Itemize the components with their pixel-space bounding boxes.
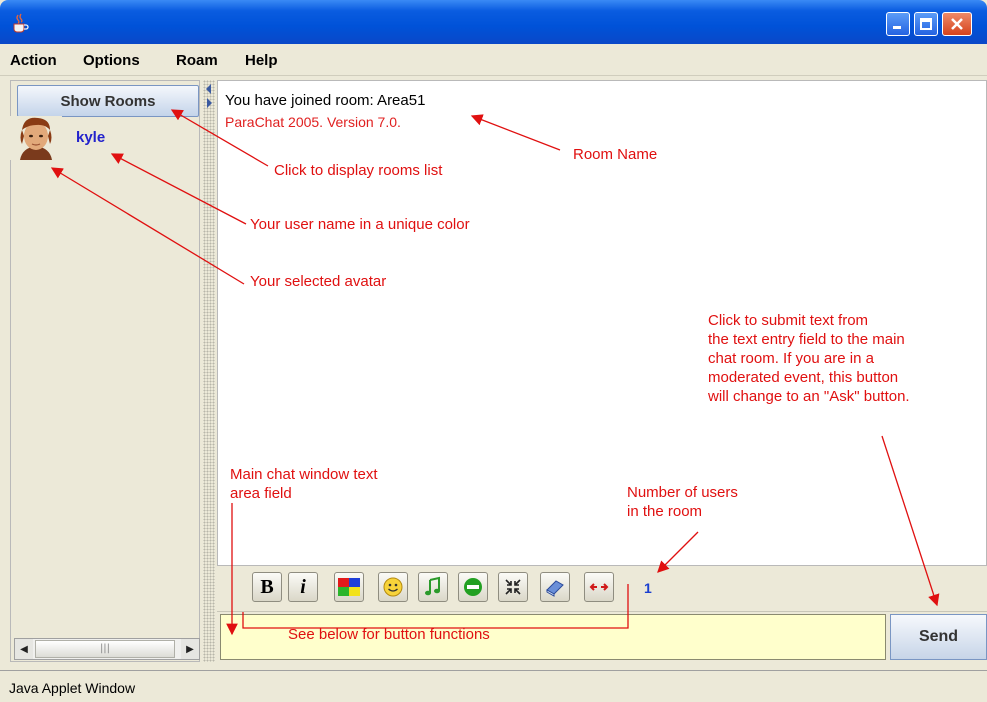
expand-arrows-icon [589, 583, 609, 591]
bold-button[interactable]: B [252, 572, 282, 602]
italic-button[interactable]: i [288, 572, 318, 602]
annotation-user-count: Number of users in the room [627, 484, 738, 520]
book-icon [546, 580, 564, 597]
annotation-avatar: Your selected avatar [250, 273, 387, 290]
scroll-thumb[interactable]: ||| [35, 640, 175, 658]
no-entry-icon [464, 578, 482, 596]
close-button[interactable] [942, 12, 972, 36]
expand-button[interactable] [584, 572, 614, 602]
show-rooms-button[interactable]: Show Rooms [17, 85, 199, 117]
chat-message-joined: You have joined room: Area51 [225, 92, 426, 109]
menu-roam[interactable]: Roam [176, 52, 218, 69]
stop-button[interactable] [458, 572, 488, 602]
color-palette-icon [338, 578, 360, 596]
italic-icon: i [300, 575, 306, 598]
status-bar [0, 670, 987, 702]
chat-message-version: ParaChat 2005. Version 7.0. [225, 114, 401, 130]
title-bar[interactable] [0, 0, 987, 44]
collapse-button[interactable] [498, 572, 528, 602]
annotation-show-rooms: Click to display rooms list [274, 162, 443, 179]
horizontal-scrollbar[interactable]: ◀ ||| ▶ [14, 638, 200, 660]
close-icon [951, 18, 963, 30]
annotation-user-name: Your user name in a unique color [250, 216, 470, 233]
scroll-left-icon[interactable]: ◀ [15, 639, 33, 659]
applet-window: Action Options Roam Help Show Rooms kyle… [0, 0, 987, 702]
annotation-chat-area: Main chat window text area field [230, 466, 378, 502]
annotation-send: Click to submit text from the text entry… [708, 312, 910, 405]
status-text: Java Applet Window [9, 680, 136, 696]
annotation-room-name: Room Name [573, 146, 658, 163]
collapse-arrows-icon [505, 579, 521, 595]
panel-splitter[interactable] [203, 80, 215, 662]
menu-options[interactable]: Options [83, 52, 140, 69]
user-count: 1 [644, 580, 652, 596]
bold-icon: B [260, 575, 274, 598]
menu-help[interactable]: Help [245, 52, 278, 69]
splitter-arrows-icon[interactable] [205, 82, 213, 110]
color-button[interactable] [334, 572, 364, 602]
book-button[interactable] [540, 572, 570, 602]
annotation-buttons: See below for button functions [288, 626, 490, 643]
send-button[interactable]: Send [890, 614, 987, 660]
current-username[interactable]: kyle [76, 129, 105, 146]
user-avatar[interactable] [10, 116, 62, 160]
scroll-right-icon[interactable]: ▶ [181, 639, 199, 659]
music-note-icon [425, 576, 440, 596]
menu-bar: Action Options Roam Help [0, 44, 987, 76]
maximize-icon [920, 18, 932, 30]
music-button[interactable] [418, 572, 448, 602]
smiley-button[interactable] [378, 572, 408, 602]
maximize-button[interactable] [914, 12, 938, 36]
menu-action[interactable]: Action [10, 52, 57, 69]
minimize-icon [893, 26, 901, 29]
java-cup-icon [13, 13, 29, 33]
smiley-icon [383, 577, 403, 597]
user-list-panel: Show Rooms [10, 80, 200, 662]
minimize-button[interactable] [886, 12, 910, 36]
